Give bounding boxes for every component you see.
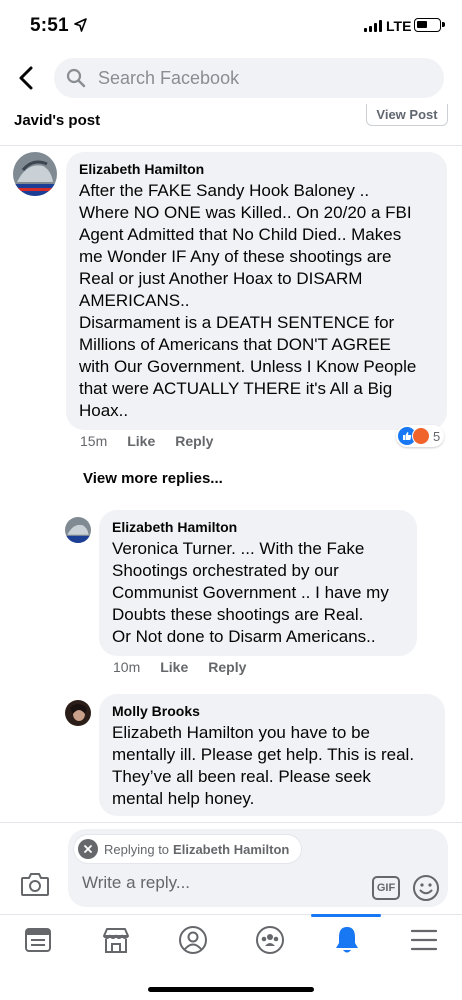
status-bar: 5:51 LTE: [0, 0, 462, 52]
angry-reaction-icon: [412, 427, 430, 445]
search-placeholder: Search Facebook: [98, 68, 240, 88]
search-header: Search Facebook: [0, 52, 462, 104]
reply-text: Veronica Turner. ... With the Fake Shoot…: [112, 539, 389, 646]
reply-bubble: Elizabeth Hamilton Veronica Turner. ... …: [99, 510, 417, 656]
location-arrow-icon: [74, 18, 87, 32]
like-button[interactable]: Like: [127, 433, 155, 449]
reply-author[interactable]: Elizabeth Hamilton: [112, 519, 404, 535]
avatar-image-icon: [65, 700, 91, 726]
reply-placeholder: Write a reply...: [82, 873, 191, 892]
avatar[interactable]: [13, 152, 57, 196]
home-indicator: [148, 987, 314, 992]
news-feed-icon[interactable]: [18, 923, 58, 957]
avatar[interactable]: [65, 517, 91, 543]
reaction-count: 5: [433, 428, 441, 444]
replying-to-chip: Replying to Elizabeth Hamilton: [74, 835, 302, 863]
reply-button[interactable]: Reply: [208, 659, 246, 675]
back-arrow-icon[interactable]: [14, 64, 40, 92]
reply-timestamp[interactable]: 10m: [113, 659, 140, 675]
comment-bubble: Elizabeth Hamilton After the FAKE Sandy …: [66, 152, 447, 430]
reaction-summary[interactable]: 5: [396, 425, 445, 447]
replying-prefix: Replying to: [104, 841, 170, 857]
comment-actions: 15m Like Reply: [80, 433, 213, 449]
avatar-image-icon: [13, 152, 57, 196]
comment-author[interactable]: Elizabeth Hamilton: [79, 161, 434, 177]
reply-bubble: Molly Brooks Elizabeth Hamilton you have…: [99, 694, 445, 816]
comment-timestamp[interactable]: 15m: [80, 433, 107, 449]
gif-button[interactable]: GIF: [372, 876, 400, 900]
battery-icon: [414, 18, 445, 32]
search-icon: [66, 68, 86, 88]
avatar[interactable]: [65, 700, 91, 726]
network-label: LTE: [386, 18, 412, 34]
marketplace-icon[interactable]: [96, 923, 136, 957]
status-time: 5:51: [30, 15, 69, 36]
camera-icon[interactable]: [20, 871, 50, 897]
signal-icon: [364, 20, 382, 32]
replying-name: Elizabeth Hamilton: [173, 841, 290, 857]
active-tab-indicator: [311, 914, 381, 917]
reply-text: Elizabeth Hamilton you have to be mental…: [112, 723, 415, 808]
reply-author[interactable]: Molly Brooks: [112, 703, 432, 719]
avatar-image-icon: [65, 517, 91, 543]
view-post-button[interactable]: View Post: [366, 104, 448, 126]
reply-button[interactable]: Reply: [175, 433, 213, 449]
search-input[interactable]: Search Facebook: [54, 58, 444, 98]
notifications-bell-icon[interactable]: [327, 923, 367, 957]
post-title: Javid's post: [14, 112, 101, 129]
reply-composer: Replying to Elizabeth Hamilton Write a r…: [0, 822, 462, 914]
view-more-replies-link[interactable]: View more replies...: [83, 470, 223, 487]
menu-icon[interactable]: [404, 923, 444, 957]
groups-icon[interactable]: [250, 923, 290, 957]
post-context-bar: Javid's post View Post: [0, 104, 462, 146]
reply-actions: 10m Like Reply: [113, 659, 246, 675]
bottom-navigation: [0, 914, 462, 1000]
emoji-icon[interactable]: [412, 874, 440, 902]
comment-text: After the FAKE Sandy Hook Baloney .. Whe…: [79, 181, 417, 420]
close-icon[interactable]: [78, 839, 98, 859]
reply-input[interactable]: Replying to Elizabeth Hamilton Write a r…: [68, 829, 448, 907]
profile-icon[interactable]: [173, 923, 213, 957]
like-button[interactable]: Like: [160, 659, 188, 675]
